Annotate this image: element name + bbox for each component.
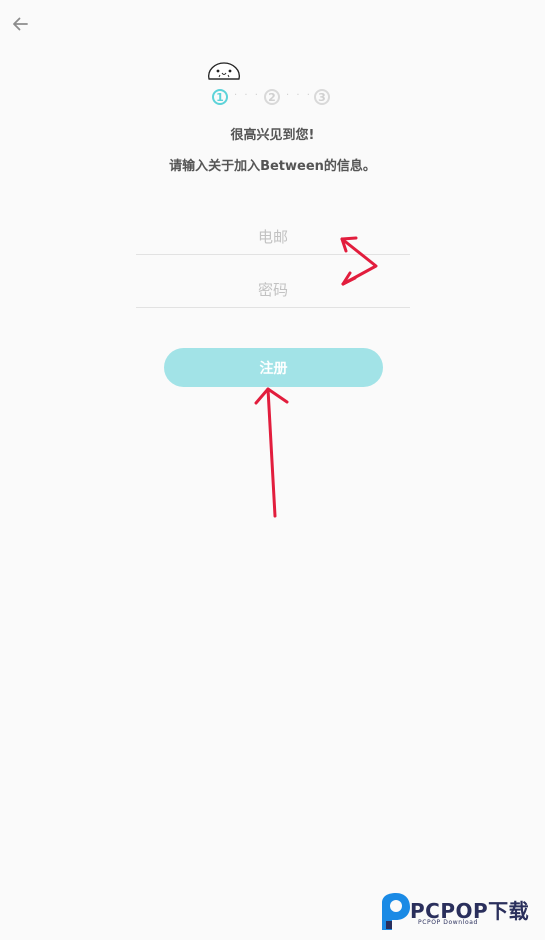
arrow-left-icon [13,17,28,31]
password-field[interactable] [136,273,410,308]
mascot-face-icon [208,62,240,80]
watermark-logo: PCPOP下载 PCPOP Download [378,891,545,935]
step-indicator: 1 · · · 2 · · · 3 [212,88,334,110]
register-button[interactable]: 注册 [164,348,383,387]
step-separator: · · · [286,90,312,101]
back-button[interactable] [8,12,32,36]
subtitle-text: 请输入关于加入Between的信息。 [169,159,376,174]
greeting-text: 很高兴见到您! [230,128,315,143]
pcpop-logo-icon [382,893,410,930]
step-separator: · · · [234,90,260,101]
email-field[interactable] [136,220,410,255]
step-2: 2 [264,89,280,105]
step-3: 3 [314,89,330,105]
step-1: 1 [212,89,228,105]
watermark-tagline: PCPOP Download [418,919,478,926]
